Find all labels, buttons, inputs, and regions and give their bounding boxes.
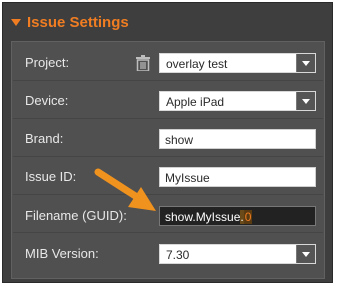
callout-arrow-icon: [94, 168, 156, 211]
